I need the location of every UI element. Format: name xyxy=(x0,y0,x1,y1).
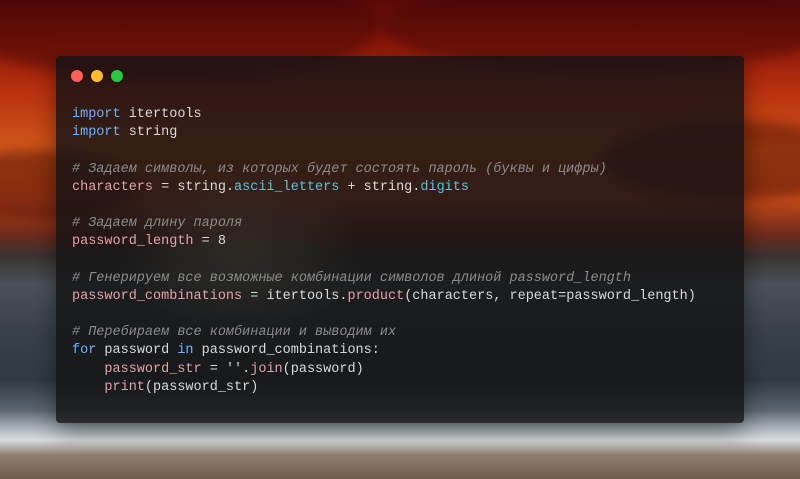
window-controls xyxy=(71,70,123,82)
code-token: = itertools. xyxy=(242,288,348,304)
code-token: product xyxy=(347,288,405,304)
code-token: password_length xyxy=(72,234,194,250)
code-token: '' xyxy=(225,361,243,377)
code-line: # Генерируем все возможные комбинации си… xyxy=(72,270,696,288)
code-token: password xyxy=(96,343,178,359)
code-token: import xyxy=(72,107,121,122)
code-line: import itertools xyxy=(72,106,696,124)
code-token: password_combinations: xyxy=(193,343,380,359)
code-line: # Задаем длину пароля xyxy=(72,215,696,233)
code-token: 8 xyxy=(217,234,226,250)
code-token: # Задаем символы, из которых будет состо… xyxy=(72,161,607,177)
code-token: import xyxy=(72,125,121,141)
code-token: string xyxy=(120,125,178,141)
code-token: print xyxy=(104,379,145,395)
code-token: for xyxy=(72,343,97,359)
code-token: join xyxy=(250,361,283,377)
code-token: (password_str) xyxy=(144,379,259,395)
code-token: ascii_letters xyxy=(234,179,340,195)
code-token: password_str xyxy=(104,361,202,377)
code-line: # Задаем символы, из которых будет состо… xyxy=(72,161,696,179)
close-dot-icon[interactable] xyxy=(71,70,83,82)
code-line: password_str = ''.join(password) xyxy=(72,361,696,379)
code-token: + string. xyxy=(339,179,421,195)
code-line: # Перебираем все комбинации и выводим их xyxy=(72,324,696,342)
code-line: password_length = 8 xyxy=(72,233,696,251)
maximize-dot-icon[interactable] xyxy=(111,70,123,82)
code-line: print(password_str) xyxy=(72,379,696,397)
code-token: = xyxy=(193,234,218,250)
code-token: (password) xyxy=(282,361,364,377)
code-token: # Задаем длину пароля xyxy=(72,216,243,232)
code-token: = string. xyxy=(153,179,235,195)
code-token: itertools xyxy=(120,107,202,122)
code-token: (characters, repeat=password_length) xyxy=(404,288,696,304)
code-token: # Перебираем все комбинации и выводим их xyxy=(72,325,397,341)
code-token: digits xyxy=(420,179,469,195)
minimize-dot-icon[interactable] xyxy=(91,70,103,82)
code-line: for password in password_combinations: xyxy=(72,342,696,360)
code-block: import itertools import string # Задаем си… xyxy=(72,106,696,397)
code-token: password_combinations xyxy=(72,288,243,304)
code-token: # Генерируем все возможные комбинации си… xyxy=(72,270,631,286)
code-line: characters = string.ascii_letters + stri… xyxy=(72,179,696,197)
code-window: import itertools import string # Задаем си… xyxy=(56,56,744,423)
code-token: = xyxy=(201,361,226,377)
code-token: characters xyxy=(72,179,154,195)
code-line: import string xyxy=(72,124,696,142)
code-line: password_combinations = itertools.produc… xyxy=(72,288,696,306)
code-token: in xyxy=(177,343,194,359)
